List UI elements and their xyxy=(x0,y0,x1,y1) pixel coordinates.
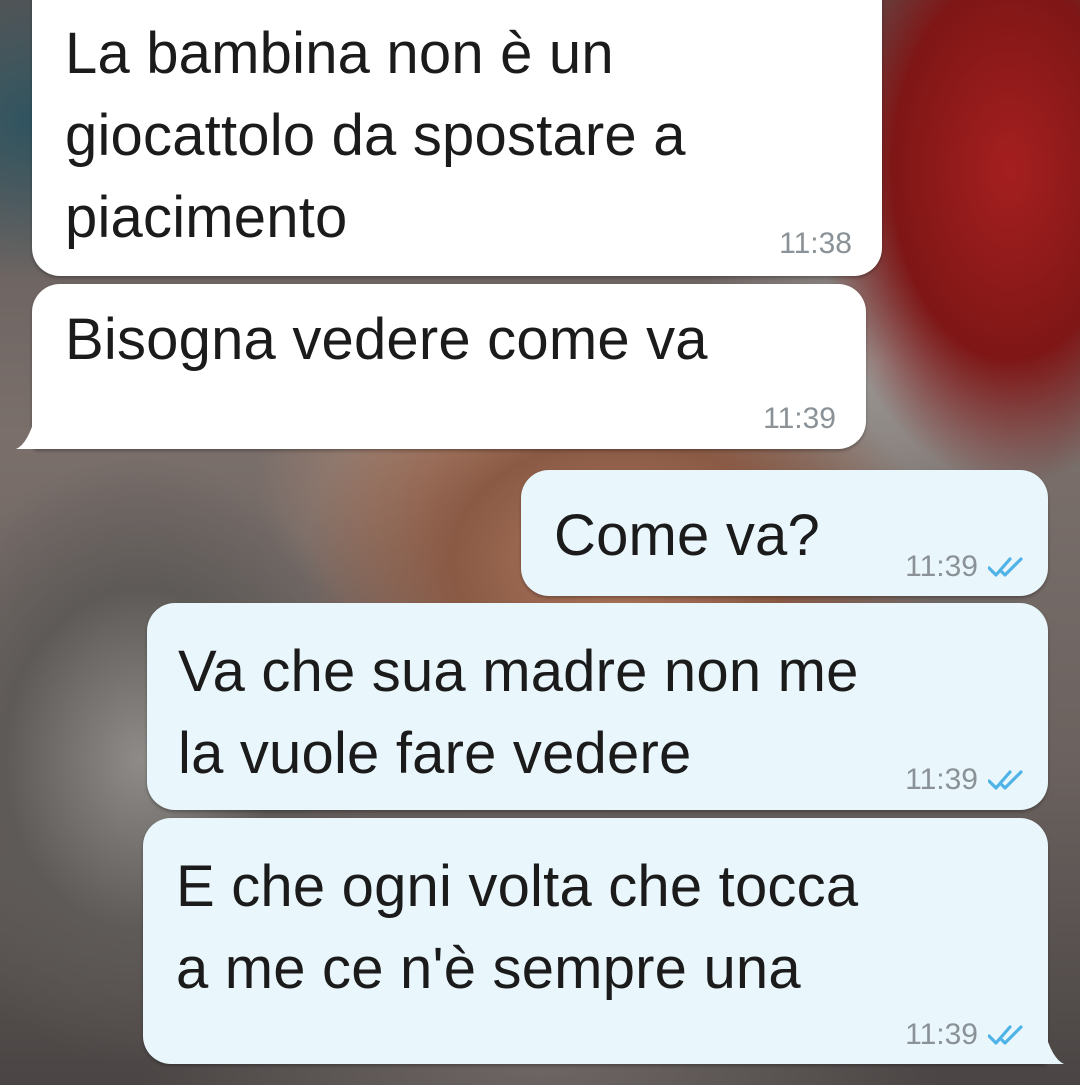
message-text: Bisogna vedere come va xyxy=(65,307,708,372)
message-text: Va che sua madre non me la vuole fare ve… xyxy=(178,639,859,786)
incoming-message-bubble[interactable]: La bambina non è un giocattolo da sposta… xyxy=(32,0,882,276)
outgoing-message-bubble[interactable]: Come va? 11:39 xyxy=(521,470,1048,596)
double-check-icon xyxy=(988,1025,1023,1045)
message-timestamp: 11:39 xyxy=(905,763,978,796)
bubble-tail xyxy=(1036,1029,1064,1064)
message-meta: 11:38 xyxy=(779,227,852,261)
message-meta: 11:39 xyxy=(905,1018,1026,1052)
outgoing-message-bubble[interactable]: E che ogni volta che tocca a me ce n'è s… xyxy=(143,818,1048,1064)
message-timestamp: 11:39 xyxy=(763,402,836,435)
incoming-message-bubble[interactable]: Bisogna vedere come va 11:39 xyxy=(32,284,866,449)
message-timestamp: 11:39 xyxy=(905,550,978,583)
bubble-tail xyxy=(16,414,44,449)
message-text: La bambina non è un giocattolo da sposta… xyxy=(65,21,686,250)
double-check-icon xyxy=(988,557,1023,577)
message-timestamp: 11:39 xyxy=(905,1018,978,1051)
double-check-icon xyxy=(988,770,1023,790)
message-text: Come va? xyxy=(554,503,820,568)
message-meta: 11:39 xyxy=(905,550,1026,584)
message-text: E che ogni volta che tocca a me ce n'è s… xyxy=(176,854,859,1001)
message-timestamp: 11:38 xyxy=(779,227,852,260)
message-meta: 11:39 xyxy=(763,402,836,436)
message-meta: 11:39 xyxy=(905,763,1026,797)
outgoing-message-bubble[interactable]: Va che sua madre non me la vuole fare ve… xyxy=(147,603,1048,810)
